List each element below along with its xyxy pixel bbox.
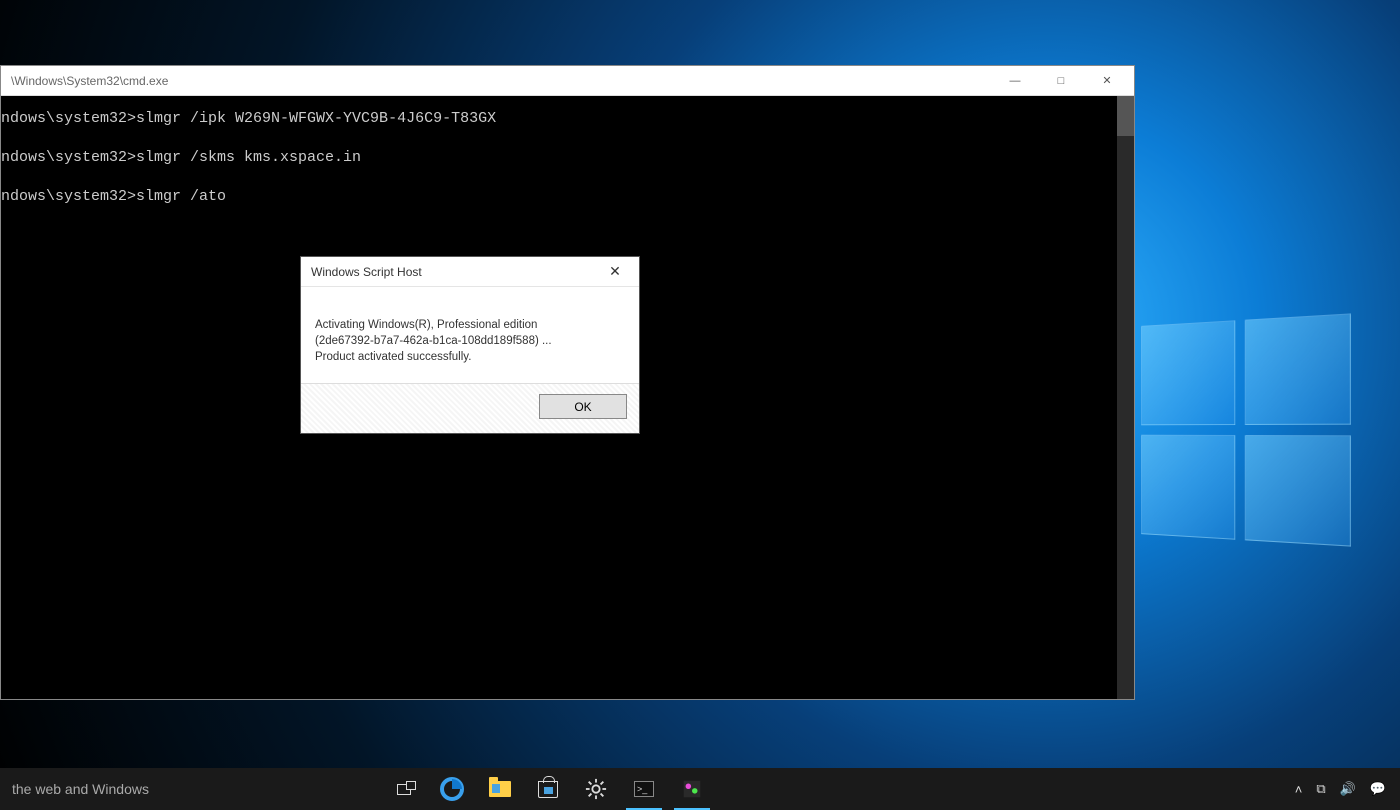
cmd-scrollbar[interactable]	[1117, 96, 1134, 699]
dialog-close-button[interactable]: ✕	[595, 259, 635, 285]
cmd-taskbar-button[interactable]: >_	[620, 768, 668, 810]
dialog-text-line: Product activated successfully.	[315, 349, 625, 365]
app-icon	[681, 778, 703, 800]
desktop-windows-logo	[1141, 313, 1351, 546]
search-placeholder: the web and Windows	[12, 781, 149, 797]
minimize-button[interactable]: —	[992, 67, 1038, 95]
scrollbar-thumb[interactable]	[1117, 96, 1134, 136]
cmd-line: ndows\system32>slmgr /ato	[1, 188, 1130, 205]
close-button[interactable]: ✕	[1084, 67, 1130, 95]
task-view-icon	[397, 784, 411, 795]
cmd-line: ndows\system32>slmgr /ipk W269N-WFGWX-YV…	[1, 110, 1130, 127]
taskbar-search[interactable]: the web and Windows	[0, 768, 320, 810]
volume-icon[interactable]: 🔊	[1340, 781, 1356, 797]
folder-icon	[489, 781, 511, 797]
taskbar-apps: >_	[380, 768, 716, 810]
tray-chevron-icon[interactable]: ˄	[1295, 782, 1303, 797]
script-host-dialog: Windows Script Host ✕ Activating Windows…	[300, 256, 640, 434]
cmd-icon: >_	[634, 781, 654, 797]
app-button[interactable]	[668, 768, 716, 810]
dialog-text-line: (2de67392-b7a7-462a-b1ca-108dd189f588) .…	[315, 333, 625, 349]
dialog-title: Windows Script Host	[311, 265, 422, 279]
cmd-title: \Windows\System32\cmd.exe	[11, 74, 168, 88]
dialog-titlebar[interactable]: Windows Script Host ✕	[301, 257, 639, 287]
edge-button[interactable]	[428, 768, 476, 810]
dialog-footer: OK	[301, 383, 639, 433]
settings-button[interactable]	[572, 768, 620, 810]
ok-button[interactable]: OK	[539, 394, 627, 419]
store-button[interactable]	[524, 768, 572, 810]
system-tray: ˄ ⧉ 🔊 💬	[1281, 768, 1400, 810]
network-icon[interactable]: ⧉	[1316, 781, 1325, 797]
dialog-text-line: Activating Windows(R), Professional edit…	[315, 317, 625, 333]
maximize-button[interactable]: □	[1038, 67, 1084, 95]
task-view-button[interactable]	[380, 768, 428, 810]
file-explorer-button[interactable]	[476, 768, 524, 810]
dialog-body: Activating Windows(R), Professional edit…	[301, 287, 639, 383]
edge-icon	[440, 777, 464, 801]
cmd-titlebar[interactable]: \Windows\System32\cmd.exe — □ ✕	[1, 66, 1134, 96]
gear-icon	[585, 778, 607, 800]
notifications-icon[interactable]: 💬	[1370, 781, 1386, 797]
cmd-window-controls: — □ ✕	[992, 67, 1130, 95]
store-icon	[538, 781, 558, 798]
cmd-line: ndows\system32>slmgr /skms kms.xspace.in	[1, 149, 1130, 166]
taskbar: the web and Windows	[0, 768, 1400, 810]
